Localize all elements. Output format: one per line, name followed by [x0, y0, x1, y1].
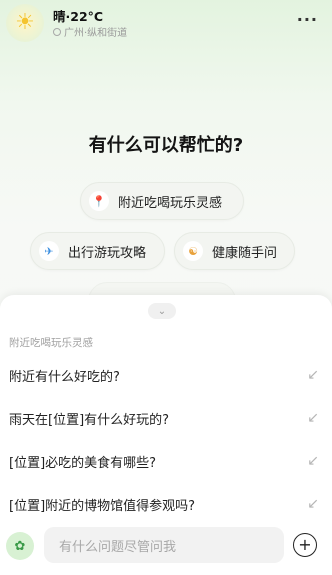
airplane-icon: ✈ — [39, 241, 59, 261]
question-text: 雨天在[位置]有什么好玩的? — [9, 412, 170, 428]
insert-arrow-icon[interactable]: ↙ — [307, 453, 319, 469]
suggested-question[interactable]: [位置]附近的博物馆值得参观吗? ↙ — [9, 492, 323, 516]
add-icon[interactable]: + — [293, 533, 317, 557]
chip-label: 出行游玩攻略 — [68, 245, 147, 261]
location-pin-icon: 📍 — [89, 191, 109, 211]
suggested-question[interactable]: [位置]必吃的美食有哪些? ↙ — [9, 449, 323, 473]
question-text: 附近有什么好吃的? — [9, 369, 120, 385]
meditation-icon: ☯ — [183, 241, 203, 261]
weather-temperature: 晴·22°C — [53, 9, 104, 24]
chip-label: 健康随手问 — [212, 245, 278, 261]
weather-badge[interactable]: ☀ — [6, 4, 44, 42]
suggestion-chip-health[interactable]: ☯ 健康随手问 — [174, 232, 295, 270]
location-text: 广州·纵和街道 — [64, 28, 128, 39]
chip-label: 附近吃喝玩乐灵感 — [118, 195, 223, 211]
suggestion-chip-travel[interactable]: ✈ 出行游玩攻略 — [30, 232, 165, 270]
insert-arrow-icon[interactable]: ↙ — [307, 367, 319, 383]
suggested-question[interactable]: 雨天在[位置]有什么好玩的? ↙ — [9, 406, 323, 430]
insert-arrow-icon[interactable]: ↙ — [307, 410, 319, 426]
ai-assistant-icon[interactable]: ✿ — [6, 532, 34, 560]
page-title: 有什么可以帮忙的? — [88, 135, 244, 156]
chat-input-placeholder: 有什么问题尽管问我 — [59, 539, 177, 555]
insert-arrow-icon[interactable]: ↙ — [307, 496, 319, 512]
location-icon — [53, 27, 61, 36]
more-icon[interactable]: ··· — [297, 10, 318, 29]
question-text: [位置]附近的博物馆值得参观吗? — [9, 498, 196, 514]
suggested-question[interactable]: 附近有什么好吃的? ↙ — [9, 363, 323, 387]
question-text: [位置]必吃的美食有哪些? — [9, 455, 157, 471]
sun-icon: ☀ — [15, 10, 35, 35]
sheet-title: 附近吃喝玩乐灵感 — [9, 337, 93, 349]
suggestion-sheet: ⌄ 附近吃喝玩乐灵感 附近有什么好吃的? ↙ 雨天在[位置]有什么好玩的? ↙ … — [0, 295, 332, 575]
suggestion-chip-nearby[interactable]: 📍 附近吃喝玩乐灵感 — [80, 182, 244, 220]
chat-input[interactable]: 有什么问题尽管问我 — [44, 527, 284, 563]
location-label[interactable]: 广州·纵和街道 — [53, 24, 127, 39]
chevron-down-icon[interactable]: ⌄ — [148, 303, 176, 319]
